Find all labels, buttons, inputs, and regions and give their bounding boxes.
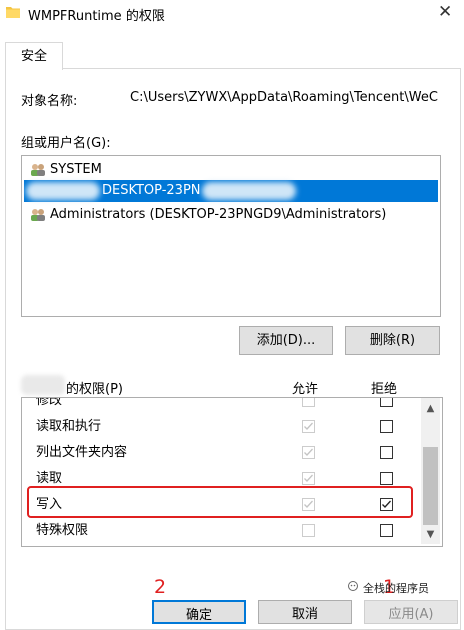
group-user-label: 组或用户名(G):	[21, 136, 111, 151]
group-item-administrators[interactable]: Administrators (DESKTOP-23PNGD9\Administ…	[24, 204, 438, 226]
redaction-blur	[26, 182, 100, 200]
deny-column-header: 拒绝	[371, 382, 398, 397]
allow-checkbox[interactable]	[302, 472, 315, 485]
user-group-icon	[31, 209, 45, 221]
deny-checkbox[interactable]	[380, 446, 393, 459]
window-title: WMPFRuntime 的权限	[28, 9, 165, 24]
remove-button[interactable]: 删除(R)	[345, 326, 440, 355]
group-item-label: SYSTEM	[50, 162, 102, 177]
user-group-icon	[31, 164, 45, 176]
permission-name: 特殊权限	[36, 523, 89, 538]
wechat-icon	[348, 581, 358, 591]
folder-icon	[6, 7, 20, 18]
deny-checkbox[interactable]	[380, 472, 393, 485]
group-item-selected-user[interactable]: DESKTOP-23PN	[24, 180, 438, 202]
group-item-label: Administrators (DESKTOP-23PNGD9\Administ…	[50, 207, 387, 222]
step-2-annotation: 2	[154, 576, 167, 598]
allow-checkbox[interactable]	[302, 446, 315, 459]
permission-name: 修改	[36, 397, 63, 408]
group-user-list[interactable]: SYSTEM DESKTOP-23PN Administrators (DESK…	[21, 155, 441, 317]
allow-checkbox[interactable]	[302, 524, 315, 537]
write-row-highlight	[27, 486, 413, 518]
scrollbar-thumb[interactable]	[423, 447, 438, 525]
permission-name: 列出文件夹内容	[36, 445, 128, 460]
scroll-down-icon[interactable]: ▼	[421, 528, 440, 542]
deny-checkbox[interactable]	[380, 398, 393, 407]
redaction-blur	[21, 375, 65, 395]
close-icon[interactable]: ✕	[438, 2, 452, 22]
object-name-label: 对象名称:	[21, 94, 78, 109]
watermark-text: 全栈的程序员	[363, 582, 429, 595]
group-item-label: DESKTOP-23PN	[102, 183, 201, 198]
allow-checkbox[interactable]	[302, 398, 315, 407]
redaction-blur	[202, 182, 296, 200]
deny-checkbox[interactable]	[380, 524, 393, 537]
tab-security[interactable]: 安全	[5, 42, 63, 70]
permissions-label: 的权限(P)	[66, 382, 123, 397]
permission-row: 列出文件夹内容	[22, 440, 422, 466]
deny-checkbox[interactable]	[380, 420, 393, 433]
scroll-up-icon[interactable]: ▲	[421, 402, 440, 416]
ok-button[interactable]: 确定	[152, 600, 246, 624]
group-item-system[interactable]: SYSTEM	[24, 159, 438, 181]
apply-button[interactable]: 应用(A)	[364, 600, 458, 624]
permission-row: 读取和执行	[22, 414, 422, 440]
object-name-value: C:\Users\ZYWX\AppData\Roaming\Tencent\We…	[130, 90, 438, 105]
add-button[interactable]: 添加(D)...	[239, 326, 333, 355]
cancel-button[interactable]: 取消	[258, 600, 352, 624]
permission-row: 特殊权限	[22, 518, 422, 544]
allow-checkbox[interactable]	[302, 420, 315, 433]
permission-name: 读取和执行	[36, 419, 102, 434]
permissions-table: 修改 读取和执行 列出文件夹内容 读取 写入 特殊权限	[21, 397, 443, 547]
allow-column-header: 允许	[292, 382, 319, 397]
permission-row: 修改	[22, 397, 422, 414]
